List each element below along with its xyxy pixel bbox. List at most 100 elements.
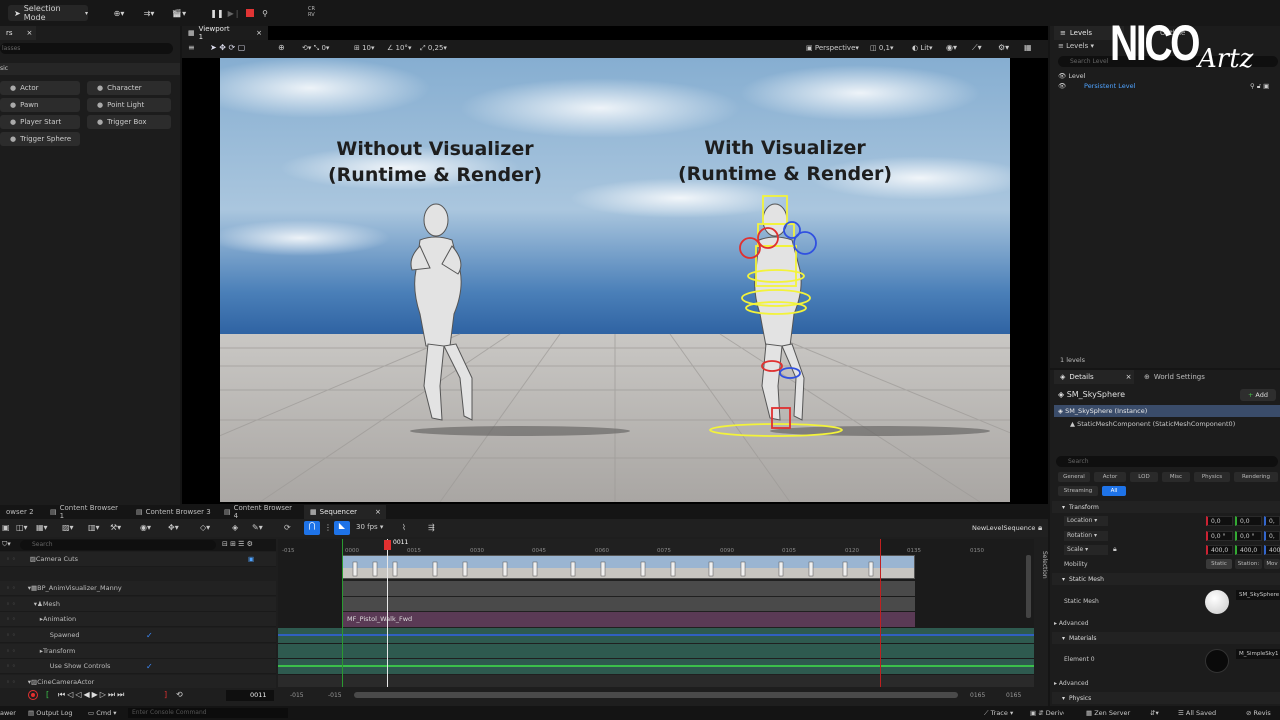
scale-z[interactable]: 400, (1264, 545, 1280, 555)
static-mesh-picker[interactable]: SM_SkySphere (1236, 590, 1280, 600)
zen-server-button[interactable]: ▦ Zen Server (1086, 709, 1130, 717)
eye-icon[interactable]: 👁︎ (1058, 72, 1068, 80)
category-misc[interactable]: Misc (1162, 472, 1190, 482)
cmd-dropdown[interactable]: ▭ Cmd ▾ (88, 709, 117, 717)
category-physics[interactable]: Physics (1194, 472, 1230, 482)
cine-camera-lane[interactable] (278, 675, 1034, 687)
track-camera-cuts[interactable]: ◦ ◦ ▨ Camera Cuts ▣ (0, 552, 276, 567)
tab-content-browser-4[interactable]: ▤ Content Browser 4 (218, 504, 304, 520)
track-show-controls[interactable]: ◦ ◦ Use Show Controls (0, 659, 276, 674)
tab-world-settings[interactable]: ⊕ World Settings (1138, 370, 1228, 384)
transform-section-header[interactable]: ▾ Transform (1052, 501, 1280, 513)
selection-side-tab[interactable]: Selection (1036, 551, 1048, 587)
visibility-icon[interactable]: ◦ ◦ (6, 600, 16, 608)
tab-sequencer[interactable]: ▦ Sequencer × (304, 505, 386, 519)
location-dropdown[interactable]: Location ▾ (1064, 516, 1108, 526)
animation-clip[interactable]: MF_Pistol_Walk_Fwd (342, 612, 915, 627)
step-button[interactable]: ▶❘ (227, 5, 241, 21)
character-item[interactable]: ● Character (87, 81, 171, 95)
perspective-dropdown[interactable]: ▣ Perspective▾ (806, 44, 859, 52)
selection-mode-dropdown[interactable]: ➤ Selection Mode ▾ (8, 4, 88, 22)
show-controls-lane[interactable] (278, 659, 1034, 674)
realtime-icon[interactable]: ⟋▾ (972, 43, 982, 53)
settings-icon[interactable]: ⚙▾ (998, 43, 1009, 52)
component-row[interactable]: ▲ StaticMeshComponent (StaticMeshCompone… (1070, 420, 1235, 428)
spawned-track-lane[interactable] (278, 628, 1034, 643)
scale-x[interactable]: 400,0 (1206, 545, 1233, 555)
player-start-item[interactable]: ● Player Start (0, 115, 80, 129)
advanced-toggle-2[interactable]: ▸ Advanced (1054, 680, 1089, 687)
close-icon[interactable]: × (27, 29, 33, 37)
point-light-item[interactable]: ● Point Light (87, 98, 171, 112)
scale-snap-control[interactable]: ⤢ 0,25▾ (420, 44, 447, 53)
visibility-icon[interactable]: ◦ ◦ (6, 678, 16, 686)
physics-section-header[interactable]: ▾ Physics (1052, 692, 1280, 704)
mesh-section[interactable] (342, 597, 915, 611)
rotation-dropdown[interactable]: Rotation ▾ (1064, 531, 1108, 541)
material-thumbnail[interactable] (1205, 649, 1229, 673)
mobility-static[interactable]: Static (1206, 559, 1232, 569)
console-input[interactable]: Enter Console Command (128, 708, 288, 718)
record-button[interactable] (28, 690, 38, 700)
grid-snap-control[interactable]: ⊞ 10▾ (354, 44, 375, 52)
curve-editor-icon[interactable]: ⌇ (402, 523, 406, 532)
view-start[interactable]: -015 (290, 692, 304, 699)
filter-icon[interactable]: ⛉▾ (2, 540, 11, 549)
eye-icon[interactable]: 👁︎ (1058, 82, 1066, 90)
track-animation[interactable]: ◦ ◦ ▸ Animation (0, 612, 276, 627)
view-icon[interactable]: ◉▾ (140, 523, 151, 532)
static-mesh-section-header[interactable]: ▾ Static Mesh (1052, 573, 1280, 585)
snap-settings-icon[interactable]: ⟳ (284, 523, 291, 532)
magnet-icon[interactable]: ⋂ (304, 521, 320, 535)
camera-cuts-section[interactable] (342, 555, 915, 579)
category-general[interactable]: General (1058, 472, 1090, 482)
wrench-icon[interactable]: ⚒▾ (110, 523, 121, 532)
trigger-box-item[interactable]: ● Trigger Box (87, 115, 171, 129)
derived-data-icons[interactable]: ▣ ⇵ Derived Data (1030, 709, 1064, 717)
instance-row[interactable]: ◈ SM_SkySphere (Instance) (1054, 405, 1280, 417)
actor-icon[interactable]: ▦▾ (36, 523, 48, 532)
layout-icon[interactable]: ▦ (1024, 43, 1032, 52)
visibility-icon[interactable]: ◦ ◦ (6, 631, 16, 639)
vertical-scrollbar[interactable] (1026, 555, 1031, 618)
close-icon[interactable]: × (256, 29, 262, 37)
track-mesh[interactable]: ◦ ◦ ▾ ♟ Mesh (0, 597, 276, 612)
playback-icon[interactable]: ✥▾ (168, 523, 179, 532)
levels-dropdown[interactable]: ≡ Levels ▾ (1058, 42, 1094, 50)
trace-dropdown[interactable]: ⟋ Trace ▾ (984, 709, 1013, 718)
mesh-thumbnail[interactable] (1205, 590, 1229, 614)
pause-button[interactable]: ❚❚ (210, 5, 224, 21)
category-actor[interactable]: Actor (1094, 472, 1126, 482)
search-input[interactable]: lasses (0, 43, 173, 54)
timeline-scrollbar[interactable] (354, 692, 958, 698)
playhead-handle[interactable] (384, 540, 391, 550)
stop-button[interactable] (243, 5, 257, 21)
transport-controls[interactable]: ⏮◁◁◀▶▷⏭⏭ (58, 690, 126, 700)
close-icon[interactable]: × (1126, 373, 1132, 381)
rotation-x[interactable]: 0,0 ° (1206, 531, 1233, 541)
lock-icon[interactable]: 🔒︎ (1113, 545, 1117, 554)
tree-icon[interactable]: ⇶ (428, 523, 435, 532)
category-rendering[interactable]: Rendering (1234, 472, 1278, 482)
fov-dropdown[interactable]: ◫ 0,1▾ (870, 44, 894, 52)
visibility-icon[interactable]: ◦ ◦ (6, 662, 16, 670)
tab-viewport[interactable]: ▦ Viewport 1 × (182, 25, 268, 41)
world-icon[interactable]: ⊕ (278, 43, 285, 52)
working-start[interactable]: -015 (328, 692, 342, 699)
track-options-icon[interactable]: ⊟ ⊞ ☰ ⚙ (222, 540, 253, 548)
add-component-button[interactable]: + Add (1240, 389, 1276, 401)
key-icon[interactable]: ◇▾ (200, 523, 210, 532)
camera-icon[interactable]: ▨▾ (62, 523, 74, 532)
pen-icon[interactable]: ✎▾ (252, 523, 263, 532)
transform-track-lane[interactable] (278, 644, 1034, 658)
more-icon[interactable]: ⋮ (324, 523, 332, 532)
location-x[interactable]: 0,0 (1206, 516, 1233, 526)
category-lod[interactable]: LOD (1130, 472, 1158, 482)
tab-details[interactable]: ◈ Details × (1054, 370, 1134, 384)
blueprint-icon[interactable]: ⇉▾ (138, 5, 160, 21)
mobility-movable[interactable]: Mov (1264, 559, 1280, 569)
track-spawned[interactable]: ◦ ◦ Spawned (0, 628, 276, 643)
save-icon[interactable]: ▣ (2, 523, 10, 532)
track-transform[interactable]: ◦ ◦ ▸ Transform (0, 644, 276, 659)
track-bp-anim[interactable]: ◦ ◦ ▾ ▦ BP_AnimVisualizer_Manny (0, 581, 276, 596)
